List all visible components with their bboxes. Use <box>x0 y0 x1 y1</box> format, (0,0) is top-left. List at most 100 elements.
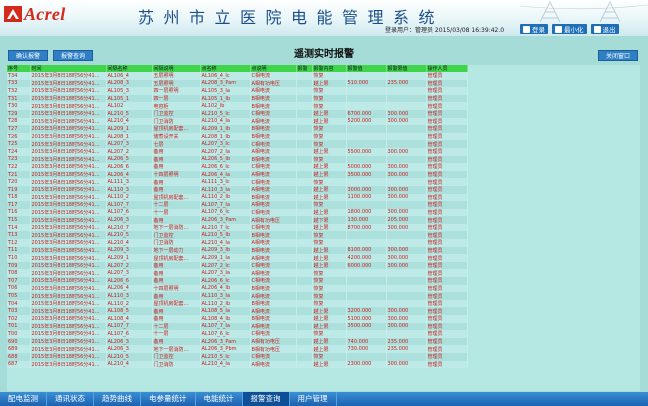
table-cell: B相电流 <box>250 94 297 103</box>
table-cell: AL102 <box>106 102 153 110</box>
table-cell: AL210_5 <box>106 231 153 240</box>
table-cell: 屋顶机房配套... <box>152 299 201 308</box>
column-header[interactable]: 间隔名称 <box>106 65 153 72</box>
table-row[interactable]: T30 2015年3月8日18时56分41... AL102 电容柜 AL102_Ib B… <box>7 102 468 110</box>
table-cell: T09 <box>7 261 31 270</box>
table-cell: T33 <box>7 79 31 88</box>
table-row[interactable]: 689 2015年3月8日18时56分41... AL206_3 地下一层消防... A… <box>7 345 468 353</box>
table-row[interactable]: T17 2015年3月8日18时56分41... AL107_7 十二层 AL107_7… <box>7 201 468 209</box>
table-row[interactable]: T21 2015年3月8日18时56分41... AL206_4 十四层照明 AL206… <box>7 170 468 179</box>
table-row[interactable]: T15 2015年3月8日18时56分41... AL206_3 备用 AL206_3_… <box>7 216 468 224</box>
table-cell: T12 <box>7 239 31 247</box>
close-window-button[interactable]: 关闭窗口 <box>598 50 638 61</box>
table-cell: AL108_4_Ib <box>200 315 251 323</box>
table-row[interactable]: T19 2015年3月8日18时56分41... AL110_3 备用 AL110_3_… <box>7 185 468 194</box>
nav-item[interactable]: 电参量统计 <box>141 392 196 406</box>
table-cell: AL105_1 <box>106 94 153 103</box>
column-header[interactable]: 报警值 <box>346 65 387 72</box>
table-row[interactable]: T05 2015年3月8日18时56分41... AL110_3 备用 AL110_3_… <box>7 292 468 300</box>
column-header[interactable]: 序号 <box>7 65 31 72</box>
table-row[interactable]: T22 2015年3月8日18时56分41... AL206_6 备用 AL206_6_… <box>7 163 468 171</box>
table-row[interactable]: T33 2015年3月8日18时56分41... AL208_3 五层照明 AL208_… <box>7 79 468 88</box>
exit-button[interactable]: 退出 <box>590 24 619 34</box>
table-cell: 管理员 <box>426 352 468 361</box>
table-cell: 备用 <box>152 147 201 156</box>
column-header[interactable]: 报警限值 <box>386 65 427 72</box>
table-row[interactable]: 688 2015年3月8日18时56分41... AL210_5 门卫监控 AL210_… <box>7 352 468 361</box>
table-cell: T16 <box>7 208 31 217</box>
table-row[interactable]: T24 2015年3月8日18时56分41... AL207_2 备用 AL207_2_… <box>7 147 468 156</box>
table-cell: 管理员 <box>426 299 468 308</box>
table-row[interactable]: T06 2015年3月8日18时56分41... AL206_4 十四层照明 AL206… <box>7 284 468 293</box>
table-cell: 235.000 <box>386 337 427 346</box>
table-cell: 130.000 <box>346 216 387 224</box>
login-button[interactable]: 登录 <box>520 24 548 34</box>
table-row[interactable]: T04 2015年3月8日18时56分41... AL110_2 屋顶机房配套... A… <box>7 299 468 308</box>
table-row[interactable]: T14 2015年3月8日18时56分41... AL210_7 地下一层消防... A… <box>7 223 468 232</box>
table-cell: 十一层 <box>152 330 201 338</box>
table-row[interactable]: T08 2015年3月8日18时56分41... AL207_3 备用 AL207_3_… <box>7 269 468 278</box>
column-header[interactable]: 时间 <box>30 65 107 72</box>
table-cell: AL110_3 <box>106 292 153 300</box>
table-cell: AL207_2 <box>106 147 153 156</box>
table-row[interactable]: T16 2015年3月8日18时56分41... AL107_6 十一层 AL107_6… <box>7 208 468 217</box>
table-row[interactable]: T23 2015年3月8日18时56分41... AL206_5 备用 AL206_5_… <box>7 155 468 164</box>
table-cell: B相电流 <box>250 193 297 202</box>
table-row[interactable]: T20 2015年3月8日18时56分41... AL111_3 备用 AL111_3_… <box>7 178 468 186</box>
alarm-query-button[interactable]: 报警查询 <box>53 50 93 61</box>
table-cell: 2015年3月8日18时56分41... <box>30 330 107 338</box>
table-row[interactable]: T34 2015年3月8日18时56分41... AL106_4 五层照明 AL106_… <box>7 72 468 80</box>
table-cell: A相电流 <box>250 307 297 315</box>
table-cell: 备用 <box>152 163 201 171</box>
table-cell: 2015年3月8日18时56分41... <box>30 170 107 179</box>
table-row[interactable]: T11 2015年3月8日18时56分41... AL209_3 地下一层动力 AL20… <box>7 246 468 255</box>
nav-item[interactable]: 报警查询 <box>242 392 290 406</box>
table-row[interactable]: T10 2015年3月8日18时56分41... AL209_1 屋顶机房配套... A… <box>7 254 468 262</box>
table-row[interactable]: T03 2015年3月8日18时56分41... AL108_5 备用 AL108_5_… <box>7 307 468 315</box>
table-row[interactable]: T31 2015年3月8日18时56分41... AL105_1 四一层 AL105_1… <box>7 94 468 103</box>
nav-item[interactable]: 通讯状态 <box>47 392 94 406</box>
table-row[interactable]: T27 2015年3月8日18时56分41... AL209_1 屋顶机房配套... A… <box>7 125 468 133</box>
column-header[interactable]: 间隔说明 <box>152 65 201 72</box>
table-row[interactable]: T07 2015年3月8日18时56分41... AL206_6 备用 AL206_6_… <box>7 277 468 285</box>
table-row[interactable]: T26 2015年3月8日18时56分41... AL208_1 储煮设开关 AL208… <box>7 132 468 141</box>
column-header[interactable]: 报警内容 <box>312 65 347 72</box>
table-row[interactable]: T18 2015年3月8日18时56分41... AL110_2 屋顶机房配套... A… <box>7 193 468 202</box>
column-header[interactable]: 点名称 <box>200 65 251 72</box>
table-cell: 510.000 <box>346 79 387 88</box>
table-row[interactable]: T13 2015年3月8日18时56分41... AL210_5 门卫监控 AL210_… <box>7 231 468 240</box>
table-row[interactable]: T09 2015年3月8日18时56分41... AL207_2 备用 AL207_2_… <box>7 261 468 270</box>
table-cell: AL106_4 <box>106 72 153 80</box>
table-cell: 管理员 <box>426 87 468 95</box>
nav-item[interactable]: 电能统计 <box>196 392 243 406</box>
table-cell: AL210_7_Ic <box>200 223 251 232</box>
table-row[interactable]: T32 2015年3月8日18时56分41... AL105_3 四一层照明 AL105… <box>7 87 468 95</box>
table-row[interactable]: 687 2015年3月8日18时56分41... AL210_4 门卫消防 AL210_… <box>7 360 468 369</box>
table-row[interactable]: T29 2015年3月8日18时56分41... AL210_5 门卫监控 AL210_… <box>7 109 468 118</box>
table-row[interactable]: T28 2015年3月8日18时56分41... AL210_4 门卫消防 AL210_… <box>7 117 468 126</box>
table-cell: 管理员 <box>426 102 468 110</box>
alarm-table-container[interactable]: 序号 时间 间隔名称 间隔说明 点名称 点说明 报警 报警内容 报警值 报警限值 操作人员 T34 2… <box>7 65 640 391</box>
table-cell: 十四层照明 <box>152 170 201 179</box>
table-cell: 门卫监控 <box>152 231 201 240</box>
table-row[interactable]: T12 2015年3月8日18时56分41... AL210_4 门卫消防 AL210_… <box>7 239 468 247</box>
column-header[interactable]: 点说明 <box>250 65 297 72</box>
table-cell: B相电流 <box>250 284 297 293</box>
table-row[interactable]: T00 2015年3月8日18时56分41... AL107_6 十一层 AL107_6… <box>7 330 468 338</box>
minimize-button[interactable]: 最小化 <box>552 24 587 34</box>
nav-item[interactable]: 配电监测 <box>0 392 47 406</box>
table-cell: B相电流 <box>250 125 297 133</box>
column-header[interactable]: 报警 <box>296 65 313 72</box>
nav-item[interactable]: 趋势曲线 <box>94 392 141 406</box>
table-row[interactable]: T02 2015年3月8日18时56分41... AL108_4 备用 AL108_4_… <box>7 315 468 323</box>
table-cell: 3000.000 <box>346 185 387 194</box>
table-row[interactable]: T25 2015年3月8日18时56分41... AL207_3 七层 AL207_3_… <box>7 140 468 148</box>
table-row[interactable]: T01 2015年3月8日18时56分41... AL107_7 十二层 AL107_7… <box>7 322 468 331</box>
table-row[interactable]: 690 2015年3月8日18时56分41... AL206_3 备用 AL206_3_… <box>7 337 468 346</box>
nav-item[interactable]: 用户管理 <box>290 392 337 406</box>
table-cell: 300.000 <box>386 170 427 179</box>
column-header[interactable]: 操作人员 <box>426 65 468 72</box>
table-cell: A相有功电压 <box>250 337 297 346</box>
table-cell: 5000.000 <box>346 163 387 171</box>
confirm-alarm-button[interactable]: 确认报警 <box>8 50 48 61</box>
